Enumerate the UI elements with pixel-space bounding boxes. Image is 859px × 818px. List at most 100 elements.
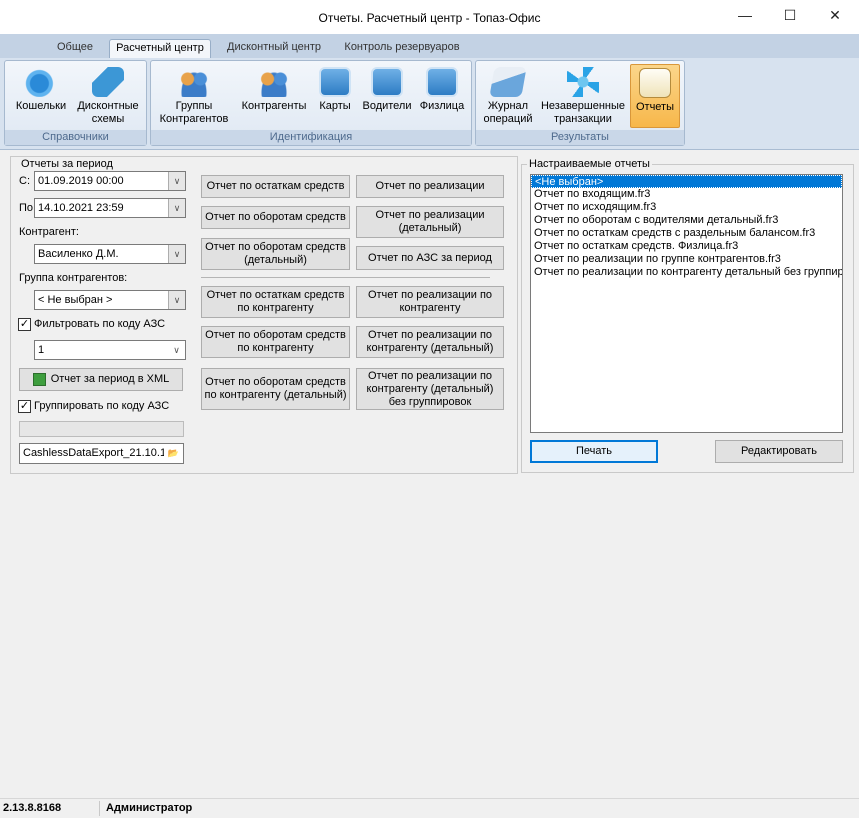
minimize-icon[interactable]: —: [722, 0, 768, 30]
people-icon: [258, 67, 290, 97]
contractor-select[interactable]: Василенко Д.М. ∨: [34, 244, 186, 264]
azs-code-select[interactable]: 1 ∨: [34, 340, 186, 360]
filter-azs-label: Фильтровать по коду АЗС: [34, 318, 166, 330]
group-label-results: Результаты: [476, 130, 684, 145]
reports-button[interactable]: Отчеты: [630, 64, 680, 128]
discount-schemes-button[interactable]: Дисконтные схемы: [73, 64, 143, 126]
list-item[interactable]: Отчет по исходящим.fr3: [531, 201, 842, 214]
contractor-groups-button[interactable]: Группы Контрагентов: [155, 64, 233, 126]
report-sales-contractor-detailed-button[interactable]: Отчет по реализации по контрагенту (дета…: [356, 326, 504, 358]
cards-button[interactable]: Карты: [315, 64, 355, 113]
driver-icon: [371, 67, 403, 97]
print-button[interactable]: Печать: [530, 440, 658, 463]
chevron-down-icon[interactable]: ∨: [168, 341, 185, 359]
export-progress-bar: [19, 421, 184, 437]
report-turnover-contractor-detailed-button[interactable]: Отчет по оборотам средств по контрагенту…: [201, 368, 350, 410]
ribbon: Кошельки Дисконтные схемы Справочники Гр…: [0, 58, 859, 150]
edit-button[interactable]: Редактировать: [715, 440, 843, 463]
custom-reports-legend: Настраиваемые отчеты: [527, 158, 652, 170]
report-sales-button[interactable]: Отчет по реализации: [356, 175, 504, 198]
discount-card-icon: [92, 67, 124, 97]
wallet-icon: [25, 67, 57, 97]
list-item[interactable]: Отчет по реализации по группе контрагент…: [531, 253, 842, 266]
xml-export-icon: [32, 373, 46, 386]
azs-code-value: 1: [38, 344, 45, 356]
report-turnover-detailed-button[interactable]: Отчет по оборотам средств (детальный): [201, 238, 350, 270]
individuals-label: Физлица: [419, 100, 465, 112]
pending-transactions-button[interactable]: Незавершенные транзакции: [538, 64, 628, 126]
tab-settlement-center[interactable]: Расчетный центр: [109, 39, 211, 58]
contractor-groups-label: Группы Контрагентов: [159, 100, 229, 125]
wallets-button[interactable]: Кошельки: [9, 64, 73, 113]
report-azs-period-button[interactable]: Отчет по АЗС за период: [356, 246, 504, 270]
filter-azs-checkbox[interactable]: ✓: [18, 318, 31, 331]
version-label: 2.13.8.8168: [3, 802, 62, 814]
to-date-value: 14.10.2021 23:59: [38, 202, 124, 214]
individuals-button[interactable]: Физлица: [417, 64, 467, 113]
group-label-directories: Справочники: [5, 130, 146, 145]
journal-button[interactable]: Журнал операций: [480, 64, 536, 126]
report-sales-contractor-nogroup-button[interactable]: Отчет по реализации по контрагенту (дета…: [356, 368, 504, 410]
report-turnover-button[interactable]: Отчет по оборотам средств: [201, 206, 350, 229]
from-date-input[interactable]: 01.09.2019 00:00 ∨: [34, 171, 186, 191]
journal-label: Журнал операций: [483, 100, 533, 125]
period-legend: Отчеты за период: [19, 158, 115, 170]
person-card-icon: [426, 67, 458, 97]
group-directories: Кошельки Дисконтные схемы Справочники: [4, 60, 147, 146]
contractors-button[interactable]: Контрагенты: [239, 64, 309, 113]
discount-schemes-label: Дисконтные схемы: [77, 100, 139, 125]
list-item[interactable]: Отчет по остаткам средств. Физлица.fr3: [531, 240, 842, 253]
export-xml-label: Отчет за период в XML: [50, 373, 170, 385]
report-buttons-divider: [201, 277, 490, 278]
contractor-label: Контрагент:: [19, 226, 79, 238]
list-item[interactable]: Отчет по входящим.fr3: [531, 188, 842, 201]
drivers-button[interactable]: Водители: [359, 64, 415, 113]
tab-general[interactable]: Общее: [46, 39, 104, 58]
reports-icon: [639, 68, 671, 98]
tab-tank-control[interactable]: Контроль резервуаров: [337, 39, 467, 58]
list-item[interactable]: Отчет по реализации по контрагенту детал…: [531, 266, 842, 279]
report-balance-contractor-button[interactable]: Отчет по остаткам средств по контрагенту: [201, 286, 350, 318]
custom-reports-list[interactable]: <Не выбран> Отчет по входящим.fr3 Отчет …: [530, 174, 843, 433]
contractor-group-select[interactable]: < Не выбран > ∨: [34, 290, 186, 310]
group-azs-checkbox[interactable]: ✓: [18, 400, 31, 413]
journal-icon: [489, 67, 527, 97]
user-label: Администратор: [106, 802, 193, 814]
export-xml-button[interactable]: Отчет за период в XML: [19, 368, 183, 391]
contractor-value: Василенко Д.М.: [38, 248, 119, 260]
chevron-down-icon[interactable]: ∨: [168, 199, 185, 217]
cards-icon: [319, 67, 351, 97]
group-azs-label: Группировать по коду АЗС: [34, 400, 170, 412]
cards-label: Карты: [319, 100, 351, 112]
group-label-identification: Идентификация: [151, 130, 471, 145]
ribbon-tabs: Общее Расчетный центр Дисконтный центр К…: [0, 34, 859, 58]
report-sales-detailed-button[interactable]: Отчет по реализации (детальный): [356, 206, 504, 238]
from-date-value: 01.09.2019 00:00: [38, 175, 124, 187]
to-date-input[interactable]: 14.10.2021 23:59 ∨: [34, 198, 186, 218]
contractors-label: Контрагенты: [241, 100, 307, 112]
report-balance-button[interactable]: Отчет по остаткам средств: [201, 175, 350, 198]
close-icon[interactable]: ✕: [812, 0, 858, 30]
drivers-label: Водители: [362, 100, 412, 112]
chevron-down-icon[interactable]: ∨: [168, 245, 185, 263]
contractor-group-label: Группа контрагентов:: [19, 272, 128, 284]
maximize-icon[interactable]: ☐: [767, 0, 813, 30]
reports-label: Отчеты: [635, 101, 675, 113]
report-turnover-contractor-button[interactable]: Отчет по оборотам средств по контрагенту: [201, 326, 350, 358]
group-results: Журнал операций Незавершенные транзакции…: [475, 60, 685, 146]
list-item[interactable]: Отчет по оборотам с водителями детальный…: [531, 214, 842, 227]
list-item[interactable]: <Не выбран>: [531, 175, 842, 188]
chevron-down-icon[interactable]: ∨: [168, 291, 185, 309]
chevron-down-icon[interactable]: ∨: [168, 172, 185, 190]
wallets-label: Кошельки: [15, 100, 67, 112]
tab-discount-center[interactable]: Дисконтный центр: [218, 39, 330, 58]
pending-transactions-label: Незавершенные транзакции: [540, 100, 626, 125]
group-icon: [178, 67, 210, 97]
report-sales-contractor-button[interactable]: Отчет по реализации по контрагенту: [356, 286, 504, 318]
group-identification: Группы Контрагентов Контрагенты Карты Во…: [150, 60, 472, 146]
snowflake-icon: [567, 67, 599, 97]
status-bar: 2.13.8.8168 Администратор: [0, 798, 859, 818]
export-file-input[interactable]: CashlessDataExport_21.10.1 📂: [19, 443, 184, 464]
list-item[interactable]: Отчет по остаткам средств с раздельным б…: [531, 227, 842, 240]
folder-open-icon[interactable]: 📂: [164, 444, 183, 463]
